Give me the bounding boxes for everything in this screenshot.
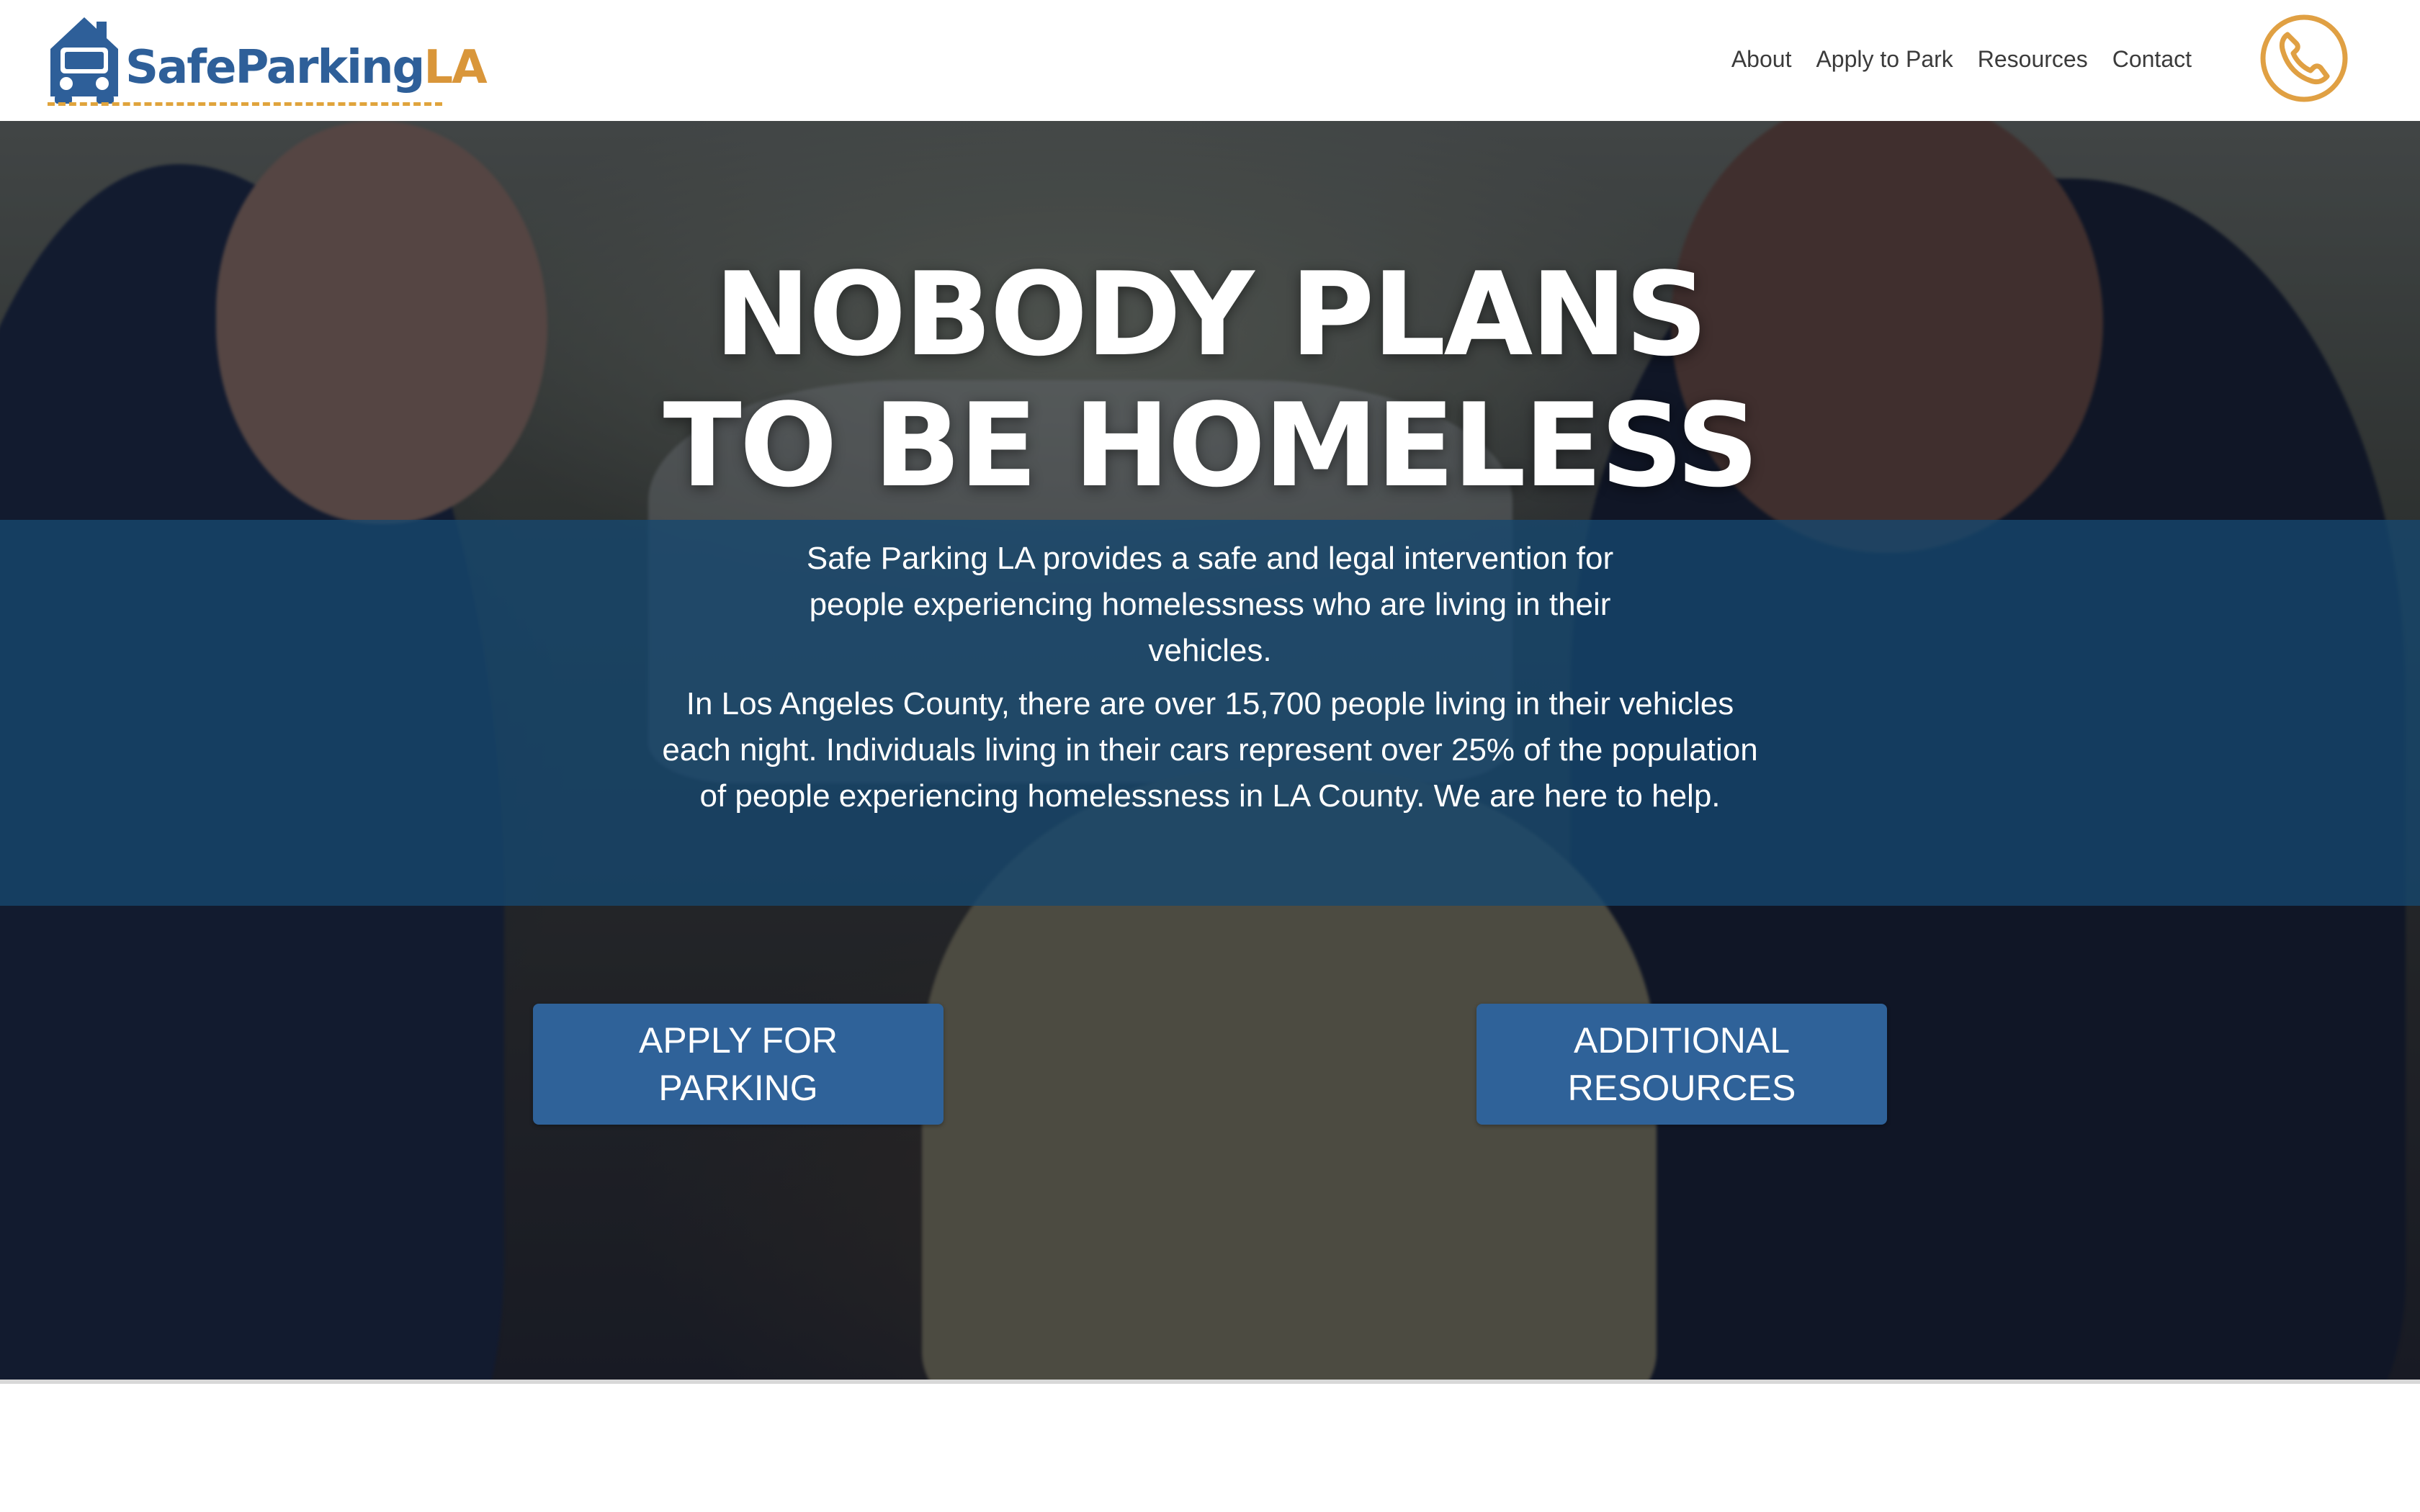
stats-text: In Los Angeles County, there are over 15… bbox=[662, 686, 1758, 814]
nav-apply-to-park[interactable]: Apply to Park bbox=[1803, 46, 1965, 73]
safeparkingla-logo[interactable]: SafeParkingLA bbox=[45, 12, 488, 109]
nav-contact[interactable]: Contact bbox=[2100, 46, 2204, 73]
intro-text: Safe Parking LA provides a safe and lega… bbox=[806, 541, 1614, 668]
info-band: Safe Parking LA provides a safe and lega… bbox=[0, 520, 2420, 906]
next-section bbox=[0, 1380, 2420, 1512]
additional-resources-button[interactable]: ADDITIONAL RESOURCES bbox=[1476, 1004, 1887, 1125]
hero-title-line-1: NOBODY PLANS bbox=[714, 247, 1708, 382]
hero-title-line-2: TO BE HOMELESS bbox=[663, 378, 1760, 513]
phone-button[interactable] bbox=[2259, 13, 2349, 104]
logo-word-la: LA bbox=[424, 41, 487, 94]
logo-road-dashes bbox=[48, 102, 442, 106]
logo-wordmark: SafeParkingLA bbox=[125, 45, 488, 91]
house-car-icon bbox=[50, 17, 118, 104]
hero-title: NOBODY PLANS TO BE HOMELESS bbox=[0, 249, 2420, 511]
phone-icon bbox=[2260, 14, 2348, 102]
apply-for-parking-button[interactable]: APPLY FOR PARKING bbox=[533, 1004, 944, 1125]
hero-section: NOBODY PLANS TO BE HOMELESS Safe Parking… bbox=[0, 121, 2420, 1380]
nav-resources[interactable]: Resources bbox=[1966, 46, 2100, 73]
main-nav: About Apply to Park Resources Contact bbox=[1719, 46, 2204, 73]
site-header: SafeParkingLA About Apply to Park Resour… bbox=[0, 0, 2420, 121]
logo-word-safeparking: SafeParking bbox=[125, 41, 425, 94]
nav-about[interactable]: About bbox=[1719, 46, 1804, 73]
